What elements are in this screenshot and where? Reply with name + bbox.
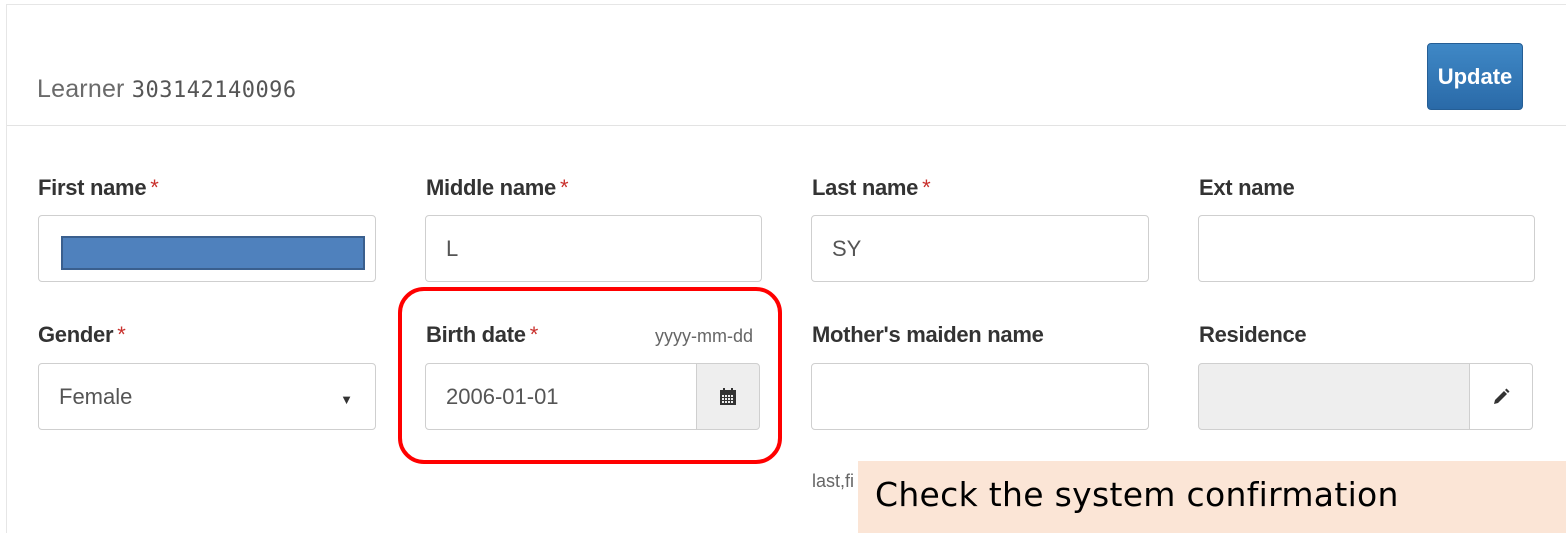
learner-reference-number: 303142140096 xyxy=(131,78,297,103)
gender-select[interactable]: Female ▼ xyxy=(38,363,376,430)
instruction-callout: Check the system confirmation xyxy=(858,461,1566,533)
page-title-prefix: Learner xyxy=(37,75,125,103)
last-name-label: Last name * xyxy=(812,175,931,201)
mothers-maiden-name-help: last,fi xyxy=(812,471,855,491)
pencil-icon xyxy=(1494,388,1510,404)
panel-heading: Learner 303142140096 Update xyxy=(7,5,1566,126)
update-button[interactable]: Update xyxy=(1427,43,1523,110)
middle-name-label: Middle name * xyxy=(426,175,569,201)
middle-name-label-text: Middle name xyxy=(426,175,556,200)
gender-label-text: Gender xyxy=(38,322,114,347)
last-name-input[interactable]: SY xyxy=(811,215,1149,282)
page-title: Learner 303142140096 xyxy=(37,75,297,104)
residence-label: Residence xyxy=(1199,322,1307,347)
residence-input xyxy=(1198,363,1470,430)
redacted-block xyxy=(61,236,365,270)
last-name-value: SY xyxy=(832,235,862,261)
first-name-label: First name * xyxy=(38,175,159,201)
birth-date-highlight xyxy=(398,287,782,464)
required-marker: * xyxy=(117,322,126,347)
first-name-label-text: First name xyxy=(38,175,147,200)
required-marker: * xyxy=(922,175,931,200)
gender-label: Gender * xyxy=(38,322,126,348)
edit-residence-button[interactable] xyxy=(1469,363,1533,430)
middle-name-value: L xyxy=(446,235,459,261)
mothers-maiden-name-label: Mother's maiden name xyxy=(812,322,1044,347)
caret-down-icon: ▼ xyxy=(340,392,353,407)
required-marker: * xyxy=(559,175,569,200)
last-name-label-text: Last name xyxy=(812,175,919,200)
ext-name-label: Ext name xyxy=(1199,175,1295,200)
first-name-input[interactable] xyxy=(38,215,376,282)
gender-selected-value: Female xyxy=(59,383,133,409)
ext-name-input[interactable] xyxy=(1198,215,1535,282)
middle-name-input[interactable]: L xyxy=(425,215,762,282)
required-marker: * xyxy=(150,175,159,200)
mothers-maiden-name-input[interactable] xyxy=(811,363,1149,430)
